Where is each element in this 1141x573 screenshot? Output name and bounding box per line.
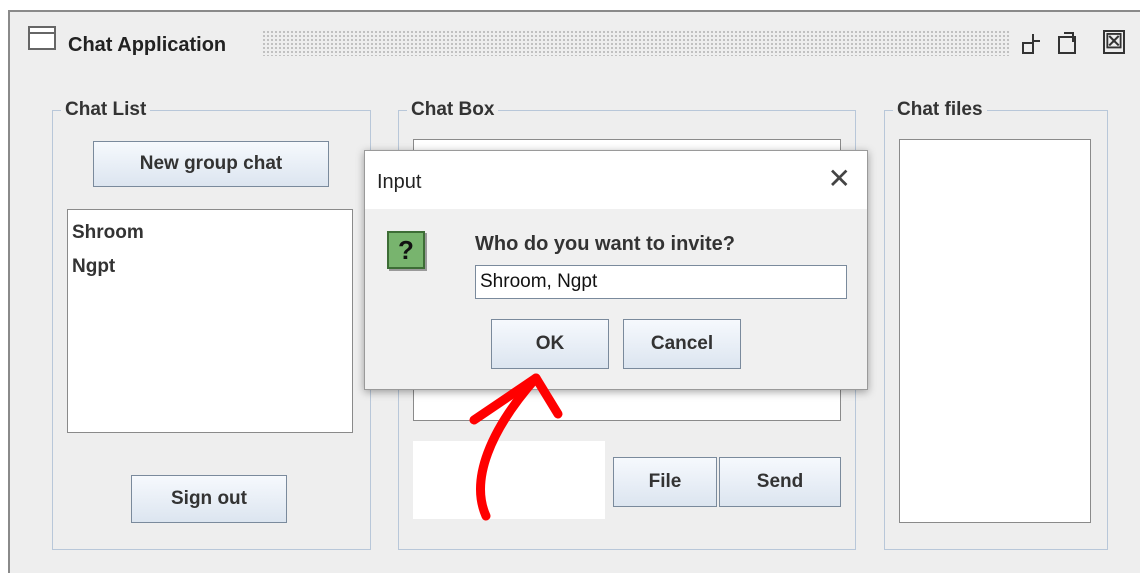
question-icon: ?	[387, 231, 425, 269]
input-dialog: Input ✕ ? Who do you want to invite? OK …	[364, 150, 868, 390]
chat-files-list[interactable]	[899, 139, 1091, 523]
dialog-title: Input	[377, 171, 422, 193]
list-item[interactable]: Shroom	[68, 216, 352, 250]
dialog-title-bar[interactable]: Input ✕	[365, 151, 867, 209]
file-button[interactable]: File	[613, 457, 717, 507]
maximize-icon[interactable]	[1056, 32, 1080, 56]
chat-box-label: Chat Box	[407, 99, 499, 121]
dialog-prompt: Who do you want to invite?	[475, 233, 735, 255]
list-item[interactable]: Ngpt	[68, 250, 352, 284]
invite-input[interactable]	[475, 265, 847, 299]
chat-files-panel: Chat files	[884, 99, 1108, 550]
ok-button[interactable]: OK	[491, 319, 609, 369]
chat-files-label: Chat files	[893, 99, 987, 121]
new-group-chat-button[interactable]: New group chat	[93, 141, 329, 187]
chat-list-panel: Chat List New group chat Shroom Ngpt Sig…	[52, 99, 371, 550]
close-icon[interactable]: ☒	[1103, 30, 1125, 54]
title-bar[interactable]: Chat Application ☒	[10, 12, 1140, 72]
send-button[interactable]: Send	[719, 457, 841, 507]
dialog-close-icon[interactable]: ✕	[828, 165, 851, 193]
chat-list-box[interactable]: Shroom Ngpt	[67, 209, 353, 433]
message-input[interactable]	[413, 441, 605, 519]
title-bar-drag-area[interactable]	[262, 30, 1010, 56]
sign-out-button[interactable]: Sign out	[131, 475, 287, 523]
cancel-button[interactable]: Cancel	[623, 319, 741, 369]
chat-list-label: Chat List	[61, 99, 151, 121]
window-icon	[28, 26, 56, 50]
restore-icon[interactable]	[1020, 32, 1044, 56]
window-title: Chat Application	[68, 34, 227, 56]
